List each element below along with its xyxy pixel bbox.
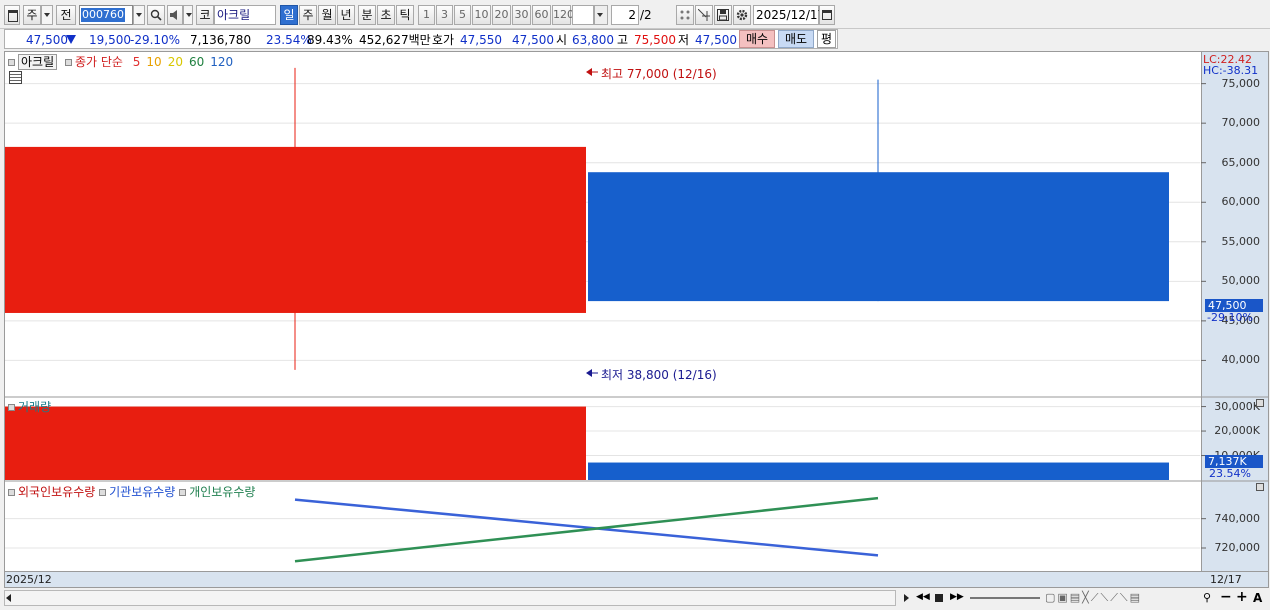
last-price-pct: -29.10% bbox=[1207, 311, 1253, 324]
ma-period-60: 60 bbox=[188, 55, 205, 69]
volume-bar bbox=[588, 462, 1169, 480]
horizontal-scrollbar[interactable] bbox=[4, 590, 896, 606]
fast-forward-icon[interactable]: ▶▶ bbox=[950, 592, 964, 602]
zoom-out-icon[interactable]: − bbox=[1220, 589, 1232, 605]
rewind-icon[interactable]: ◀◀ bbox=[916, 592, 930, 602]
chart-tools-icons[interactable]: ▢▣▤╳⟋⟍⟋⟍▤ bbox=[1045, 591, 1142, 605]
ma-period-10: 10 bbox=[146, 55, 162, 69]
stock-tag[interactable]: 아크릴 bbox=[18, 54, 58, 70]
min-arrow-icon bbox=[586, 369, 592, 377]
x-axis bbox=[4, 571, 1269, 588]
table-icon[interactable] bbox=[9, 71, 22, 84]
legend-toggle-icon[interactable] bbox=[8, 489, 15, 496]
volume-title: 거래량 bbox=[18, 400, 52, 414]
price-tick-label: 50,000 bbox=[1221, 274, 1261, 288]
holdings-legend: 외국인보유수량 기관보유수량 개인보유수량 bbox=[8, 483, 255, 500]
zoom-in-icon[interactable]: + bbox=[1236, 589, 1248, 605]
legend-toggle-icon[interactable] bbox=[99, 489, 107, 496]
price-legend: 아크릴 종가 단순 5 10 20 60 120 bbox=[8, 53, 233, 70]
ma-period-5: 5 bbox=[132, 55, 141, 69]
legend-toggle-icon[interactable] bbox=[64, 59, 72, 66]
ma-period-20: 20 bbox=[167, 55, 183, 69]
volume-tick-label: 20,000K bbox=[1214, 424, 1260, 438]
font-size-icon[interactable]: A bbox=[1253, 591, 1262, 605]
price-tick-label: 60,000 bbox=[1221, 195, 1261, 209]
holdings-gridlines bbox=[5, 518, 1206, 549]
legend-individual: 개인보유수량 bbox=[189, 485, 256, 499]
legend-toggle-icon[interactable] bbox=[8, 404, 15, 411]
scroll-left-icon[interactable] bbox=[6, 594, 11, 602]
panel-restore-icon[interactable] bbox=[1256, 483, 1264, 491]
zoom-slider[interactable] bbox=[970, 597, 1040, 599]
holdings-tick-label: 740,000 bbox=[1214, 511, 1261, 525]
price-tick-label: 40,000 bbox=[1221, 353, 1261, 367]
price-tick-label: 75,000 bbox=[1221, 76, 1261, 90]
price-tick-label: 65,000 bbox=[1221, 155, 1261, 169]
ma-period-list: 5 10 20 60 120 bbox=[127, 55, 233, 69]
candle-body bbox=[588, 172, 1169, 302]
price-tick-label: 55,000 bbox=[1221, 234, 1261, 248]
panel-restore-icon[interactable] bbox=[1256, 399, 1264, 407]
max-price-label: 최고 77,000 (12/16) bbox=[601, 67, 717, 81]
volume-tick-label: 30,000K bbox=[1214, 399, 1260, 413]
chart-svg bbox=[4, 67, 1268, 563]
volume-bars bbox=[5, 406, 1169, 480]
legend-toggle-icon[interactable] bbox=[8, 59, 15, 66]
legend-foreign: 외국인보유수량 bbox=[18, 485, 96, 499]
min-price-label: 최저 38,800 (12/16) bbox=[601, 368, 717, 382]
max-arrow-icon bbox=[586, 68, 592, 76]
candle-body bbox=[5, 146, 586, 313]
volume-legend: 거래량 bbox=[8, 398, 51, 415]
x-axis-right-label: 12/17 bbox=[1210, 573, 1242, 586]
price-candles bbox=[5, 67, 1169, 370]
ma-title: 종가 단순 bbox=[74, 55, 123, 69]
x-axis-left-label: 2025/12 bbox=[6, 573, 52, 586]
price-tick-label: 70,000 bbox=[1221, 116, 1261, 130]
ma-period-120: 120 bbox=[210, 55, 234, 69]
hc-value: HC:-38.31 bbox=[1203, 64, 1259, 77]
legend-toggle-icon[interactable] bbox=[179, 489, 187, 496]
holdings-lines bbox=[294, 496, 879, 563]
legend-institution: 기관보유수량 bbox=[109, 485, 176, 499]
stop-icon[interactable] bbox=[935, 594, 943, 602]
last-volume-pct: 23.54% bbox=[1209, 467, 1251, 480]
scroll-right-icon[interactable] bbox=[904, 594, 909, 602]
magnifier-icon[interactable]: ⚲ bbox=[1203, 591, 1211, 604]
volume-bar bbox=[5, 406, 586, 480]
holdings-tick-label: 720,000 bbox=[1214, 541, 1261, 554]
